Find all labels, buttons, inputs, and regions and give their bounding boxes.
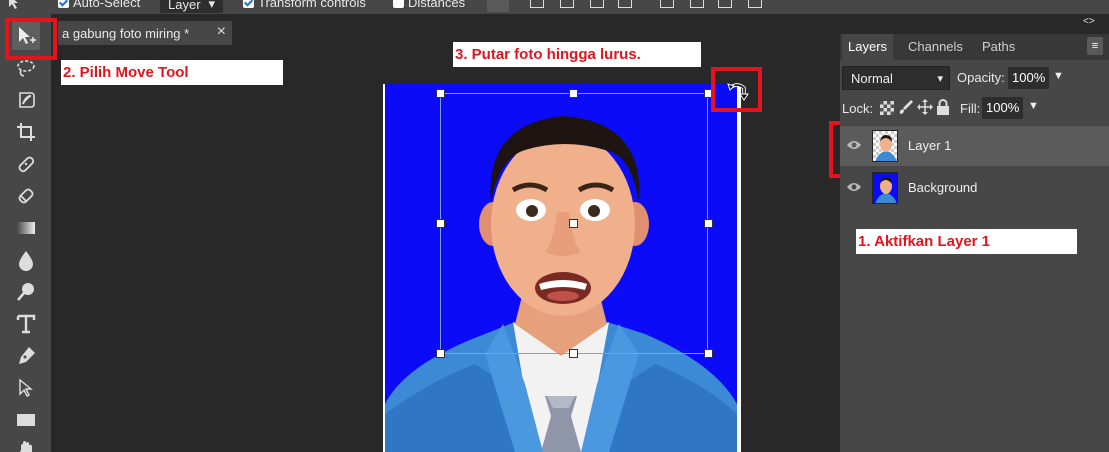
- blend-mode-select[interactable]: Normal ▾: [842, 66, 950, 90]
- droplet-icon: [19, 251, 33, 271]
- hand-icon: [19, 441, 32, 452]
- hand-tool-button[interactable]: [12, 436, 40, 452]
- align-center-icon[interactable]: [690, 0, 704, 8]
- background-layer-name: Background: [908, 180, 978, 195]
- healing-tool-button[interactable]: [12, 150, 40, 178]
- document-tab-title: a gabung foto miring *: [62, 25, 190, 41]
- fill-dropdown-icon[interactable]: ▼: [1028, 100, 1039, 112]
- rectangle-tool-button[interactable]: [12, 406, 40, 434]
- crop-tool-button[interactable]: [12, 118, 40, 146]
- opacity-input[interactable]: 100%: [1008, 67, 1050, 89]
- layer-1-thumbnail: [872, 130, 898, 162]
- type-icon: [16, 314, 36, 334]
- tools-panel: [0, 14, 52, 452]
- close-tab-icon[interactable]: ×: [217, 23, 226, 41]
- blend-mode-value: Normal: [851, 71, 893, 86]
- distribute-horizontal-icon[interactable]: [748, 0, 762, 8]
- panel-collapse-icon[interactable]: <>: [1083, 16, 1095, 27]
- layer-1-name: Layer 1: [908, 138, 952, 153]
- auto-select-label: Auto-Select: [73, 0, 141, 10]
- rotate-handle-highlight-box: [711, 67, 762, 112]
- pen-tool-button[interactable]: [12, 342, 40, 370]
- quick-selection-tool-button[interactable]: [12, 86, 40, 114]
- eraser-icon: [18, 188, 34, 204]
- align-left-icon[interactable]: [660, 0, 674, 8]
- layer-row-background[interactable]: Background: [840, 168, 1109, 208]
- lock-paint-brush-icon[interactable]: [898, 99, 914, 120]
- bandage-icon: [18, 156, 35, 173]
- distances-checkbox[interactable]: [393, 0, 404, 8]
- document-tab[interactable]: a gabung foto miring * ×: [58, 21, 232, 45]
- align-right-icon[interactable]: [718, 0, 732, 8]
- path-selection-tool-button[interactable]: [12, 374, 40, 402]
- lock-transparency-icon[interactable]: [880, 101, 894, 115]
- transform-handle-middle-left[interactable]: [436, 219, 445, 228]
- gradient-icon: [17, 222, 35, 234]
- transform-handle-middle-right[interactable]: [704, 219, 713, 228]
- tab-paths[interactable]: Paths: [976, 34, 1021, 60]
- tab-channels[interactable]: Channels: [902, 34, 969, 60]
- distances-option[interactable]: Distances: [393, 0, 465, 10]
- gradient-tool-button[interactable]: [12, 214, 40, 242]
- photopea-window: Auto-Select Layer ▾ Transform controls Di…: [0, 0, 1109, 452]
- fill-label: Fill:: [960, 101, 981, 116]
- dodge-tool-button[interactable]: [12, 278, 40, 306]
- visibility-eye-icon[interactable]: [846, 180, 862, 197]
- transform-handle-bottom-right[interactable]: [704, 349, 713, 358]
- auto-select-target-dropdown[interactable]: Layer ▾: [160, 0, 224, 13]
- tab-layers[interactable]: Layers: [842, 34, 894, 60]
- transform-handle-top-left[interactable]: [436, 89, 445, 98]
- chevron-down-icon: ▾: [937, 73, 943, 85]
- dodge-icon: [17, 283, 34, 301]
- layer-row-layer-1[interactable]: Layer 1: [840, 126, 1109, 166]
- options-bar: Auto-Select Layer ▾ Transform controls Di…: [0, 0, 1109, 14]
- align-bottom-icon[interactable]: [590, 0, 604, 8]
- transform-handle-center[interactable]: [569, 219, 578, 228]
- auto-select-option[interactable]: Auto-Select: [58, 0, 140, 10]
- rectangle-icon: [17, 414, 35, 426]
- opacity-dropdown-icon[interactable]: ▼: [1053, 70, 1064, 82]
- visibility-eye-icon[interactable]: [846, 138, 862, 155]
- distribute-icon[interactable]: [618, 0, 632, 8]
- align-top-icon[interactable]: [530, 0, 544, 8]
- opacity-label: Opacity:: [957, 70, 1005, 85]
- transform-handle-top-center[interactable]: [569, 89, 578, 98]
- move-tool-highlight-box: [5, 18, 57, 60]
- step3-note: 3. Putar foto hingga lurus.: [453, 42, 701, 67]
- transform-handle-bottom-center[interactable]: [569, 349, 578, 358]
- path-selection-icon: [19, 378, 33, 397]
- transform-controls-checkbox[interactable]: [243, 0, 254, 8]
- crop-icon: [17, 123, 35, 141]
- lock-label: Lock:: [842, 101, 874, 116]
- panel-tabs: Layers Channels Paths ≡: [840, 34, 1109, 60]
- panel-menu-icon[interactable]: ≡: [1087, 37, 1103, 55]
- lock-move-icon[interactable]: [917, 99, 933, 120]
- fill-input[interactable]: 100%: [982, 97, 1024, 119]
- move-tool-indicator-icon: [6, 0, 24, 9]
- step1-note: 1. Aktifkan Layer 1: [856, 229, 1077, 254]
- auto-select-target-value: Layer: [168, 0, 201, 12]
- transform-controls-option[interactable]: Transform controls: [243, 0, 366, 10]
- blur-tool-button[interactable]: [12, 246, 40, 274]
- lasso-icon: [17, 60, 35, 77]
- eraser-tool-button[interactable]: [12, 182, 40, 210]
- type-tool-button[interactable]: [12, 310, 40, 338]
- step2-note: 2. Pilih Move Tool: [61, 60, 283, 85]
- distances-label: Distances: [408, 0, 466, 10]
- lock-all-icon[interactable]: [936, 99, 950, 120]
- quick-selection-icon: [19, 92, 35, 108]
- pen-icon: [19, 347, 35, 364]
- transform-handle-bottom-left[interactable]: [436, 349, 445, 358]
- transform-controls-label: Transform controls: [258, 0, 366, 10]
- download-icon[interactable]: [487, 0, 509, 12]
- auto-select-checkbox[interactable]: [58, 0, 69, 8]
- background-thumbnail: [872, 172, 898, 204]
- align-middle-icon[interactable]: [560, 0, 574, 8]
